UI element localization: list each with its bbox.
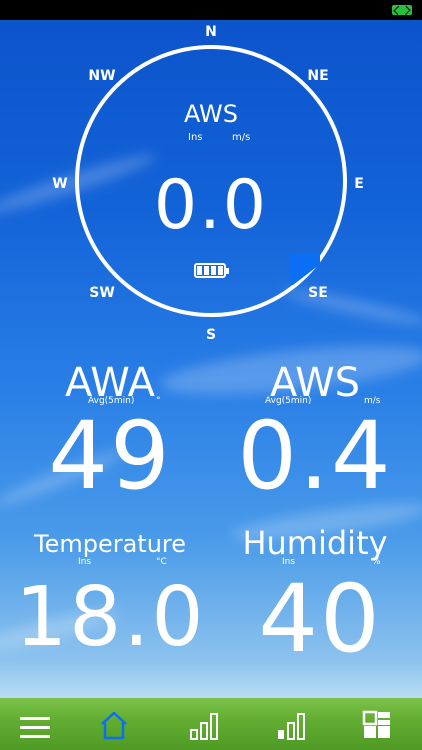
temperature-unit: °C xyxy=(156,557,167,567)
temperature-title: Temperature xyxy=(33,530,187,558)
compass-sw: SW xyxy=(89,285,115,301)
compass-s: S xyxy=(205,327,217,343)
wind-direction-pointer xyxy=(290,253,320,285)
humidity-value: 40 xyxy=(258,565,382,674)
humidity-title: Humidity xyxy=(242,524,388,562)
dial-value: 0.0 xyxy=(153,166,269,245)
device-battery-icon xyxy=(194,263,229,278)
compass-se: SE xyxy=(308,285,328,301)
cloud xyxy=(280,284,422,330)
dial-sub-left: Ins xyxy=(188,132,203,143)
grid-icon[interactable] xyxy=(362,710,394,740)
menu-icon[interactable] xyxy=(18,710,50,740)
compass-w: W xyxy=(52,176,68,192)
aws-value: 0.4 xyxy=(237,402,393,511)
home-icon[interactable] xyxy=(98,710,130,740)
compass-ne: NE xyxy=(307,68,329,84)
dial-title: AWS xyxy=(183,100,239,128)
temperature-sub: Ins xyxy=(78,557,92,567)
status-bar xyxy=(0,0,422,20)
dial-sub-right: m/s xyxy=(232,132,251,143)
compass-nw: NW xyxy=(88,68,116,84)
battery-status-icon xyxy=(392,5,412,15)
compass-n: N xyxy=(205,24,217,40)
bar-chart-icon[interactable] xyxy=(275,710,307,740)
compass-e: E xyxy=(354,176,364,192)
awa-value: 49 xyxy=(48,402,172,511)
temperature-value: 18.0 xyxy=(15,570,206,665)
bar-chart-icon[interactable] xyxy=(188,710,220,740)
